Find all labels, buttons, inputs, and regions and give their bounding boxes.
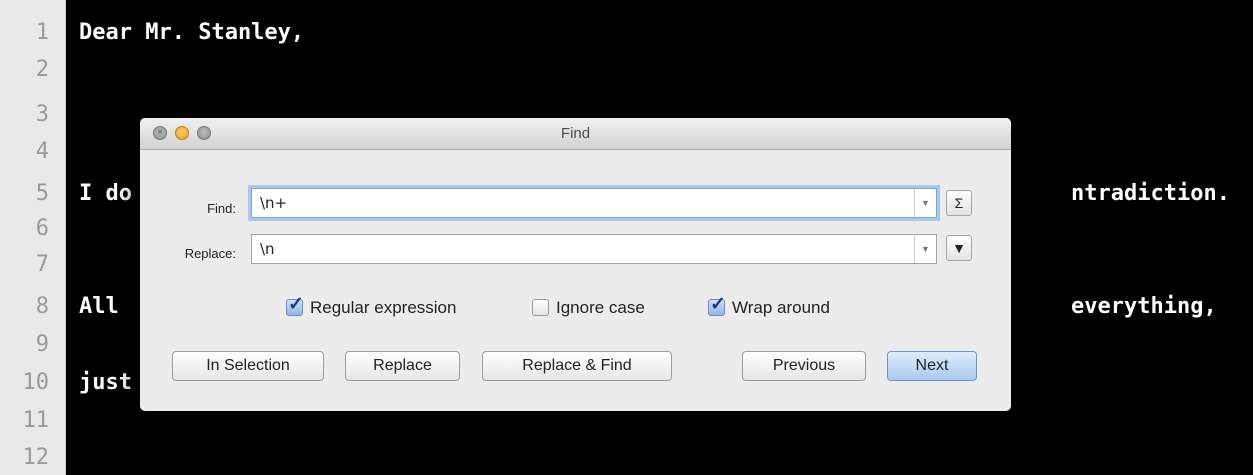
checkbox-box[interactable]: ✓ [286, 294, 304, 316]
line-number: 10 [22, 370, 50, 395]
checkmark-icon: ✓ [710, 294, 726, 315]
regex-checkbox[interactable]: ✓ Regular expression [286, 294, 506, 319]
checkmark-icon: ✓ [288, 294, 304, 315]
dialog-title: Find [560, 125, 591, 142]
chevron-down-icon: ▼ [921, 198, 930, 208]
editor-line-8-end: everything, [1071, 294, 1217, 319]
line-number: 3 [35, 102, 49, 127]
line-number-gutter: 1 2 3 4 5 6 7 8 9 10 11 12 [0, 0, 66, 475]
next-button[interactable]: Next [887, 351, 977, 381]
replace-field[interactable]: ▼ [251, 234, 937, 264]
line-number: 2 [35, 57, 49, 82]
line-number: 9 [35, 332, 49, 357]
chevron-down-icon: ▼ [921, 244, 930, 254]
editor-line-1: Dear Mr. Stanley, [79, 20, 305, 45]
find-label: Find: [207, 201, 236, 216]
line-number: 4 [35, 139, 49, 164]
line-number: 1 [35, 20, 49, 45]
ignore-case-checkbox[interactable]: Ignore case [532, 297, 682, 319]
find-dialog: × Find Find: ▼ Σ Replace: ▼ ▼ ✓ Regular … [140, 118, 1011, 411]
dialog-titlebar[interactable]: × Find [140, 118, 1011, 150]
previous-button[interactable]: Previous [742, 351, 866, 381]
editor-line-5-end: ntradiction. [1071, 181, 1230, 206]
line-number: 8 [35, 294, 49, 319]
replace-button[interactable]: Replace [345, 351, 460, 381]
special-characters-button[interactable]: Σ [946, 190, 972, 216]
ignore-case-label: Ignore case [556, 298, 645, 317]
line-number: 7 [35, 252, 49, 277]
find-input[interactable] [260, 189, 900, 217]
checkbox-box[interactable]: ✓ [708, 294, 726, 316]
regex-label: Regular expression [310, 298, 457, 317]
in-selection-button[interactable]: In Selection [172, 351, 324, 381]
replace-label: Replace: [184, 246, 236, 261]
checkbox-box[interactable] [532, 299, 549, 316]
wrap-around-checkbox[interactable]: ✓ Wrap around [708, 294, 878, 319]
history-menu-button[interactable]: ▼ [946, 235, 972, 261]
line-number: 6 [35, 216, 49, 241]
wrap-around-label: Wrap around [732, 298, 830, 317]
find-field[interactable]: ▼ [251, 188, 937, 218]
replace-input[interactable] [260, 235, 900, 263]
find-history-dropdown[interactable]: ▼ [914, 189, 936, 217]
line-number: 12 [22, 445, 50, 470]
line-number: 5 [35, 181, 49, 206]
replace-and-find-button[interactable]: Replace & Find [482, 351, 672, 381]
replace-history-dropdown[interactable]: ▼ [914, 235, 936, 263]
line-number: 11 [22, 408, 50, 433]
